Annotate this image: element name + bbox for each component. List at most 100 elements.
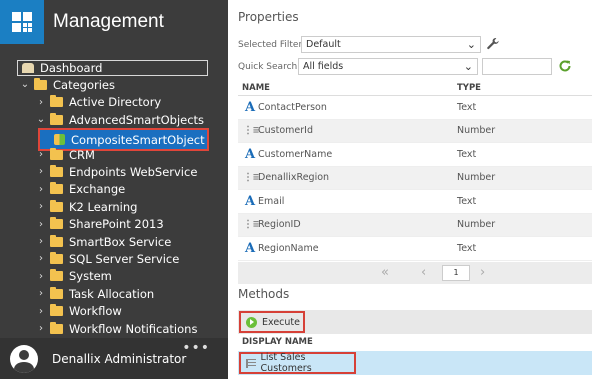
tree-item-crm[interactable]: › CRM [36,146,95,163]
page-number-input[interactable]: 1 [442,265,470,281]
column-header-display-name[interactable]: DISPLAY NAME [238,335,592,350]
sidebar: Management Dashboard ⌄ Categories › Active D… [0,0,228,379]
folder-icon [50,251,63,264]
tree-item-label: Endpoints WebService [69,164,198,179]
property-name: RegionID [258,219,301,231]
list-method-icon [246,358,256,368]
chevron-right-icon[interactable]: › [36,97,46,108]
property-name: CustomerName [258,148,333,160]
folder-icon [50,286,63,299]
user-name: Denallix Administrator [52,351,187,366]
tree-item-task-allocation[interactable]: › Task Allocation [36,285,154,302]
method-item-list-sales-customers[interactable]: List Sales Customers [239,352,356,374]
tree-item-label: Task Allocation [69,286,155,301]
grid-logo-icon[interactable] [0,0,44,44]
tree-item-sql-server-service[interactable]: › SQL Server Service [36,250,179,267]
tree-item-categories[interactable]: ⌄ Categories [20,76,115,93]
execute-button[interactable]: Execute [239,311,305,333]
property-name: ContactPerson [258,101,327,113]
tree-item-workflow-notifications[interactable]: › Workflow Notifications [36,320,197,337]
tree-item-exchange[interactable]: › Exchange [36,181,125,198]
refresh-icon[interactable] [558,59,572,73]
folder-icon [50,199,63,212]
chevron-right-icon[interactable]: › [36,184,46,195]
previous-page-icon[interactable]: ‹ [421,265,426,280]
tree-item-label: CompositeSmartObject [71,132,205,147]
tree-item-label: SharePoint 2013 [69,217,164,232]
wrench-icon[interactable] [486,37,500,51]
chevron-right-icon[interactable]: › [36,201,46,212]
tree-item-endpoints-webservice[interactable]: › Endpoints WebService [36,163,197,180]
selected-filter-value: Default [306,39,341,50]
text-type-icon: A [244,146,256,162]
quick-search-input[interactable] [482,58,552,75]
quick-search-field-dropdown[interactable]: All fields ⌄ [298,58,478,75]
first-page-icon[interactable]: « [381,265,389,280]
property-type: Number [457,172,496,184]
smartobject-icon [54,134,65,145]
tree-item-active-directory[interactable]: › Active Directory [36,94,161,111]
more-options-icon[interactable]: ••• [182,340,210,356]
folder-icon [50,182,63,195]
property-type: Text [457,101,477,113]
chevron-right-icon[interactable]: › [36,271,46,282]
chevron-right-icon[interactable]: › [36,166,46,177]
tree-item-dashboard[interactable]: Dashboard [17,60,208,76]
folder-icon [50,164,63,177]
method-row[interactable]: List Sales Customers [238,351,592,375]
app-title: Management [53,11,164,32]
tree-item-sharepoint-2013[interactable]: › SharePoint 2013 [36,216,164,233]
text-type-icon: A [244,240,256,256]
tree-item-advancedsmartobjects[interactable]: ⌄ AdvancedSmartObjects [36,111,204,128]
table-row[interactable]: ⋮≡ CustomerId Number [238,119,592,143]
text-type-icon: A [244,193,256,209]
property-type: Text [457,195,477,207]
property-name: Email [258,195,285,207]
table-row[interactable]: A CustomerName Text [238,143,592,167]
property-name: RegionName [258,242,319,254]
tree-item-workflow[interactable]: › Workflow [36,303,122,320]
next-page-icon[interactable]: › [480,265,485,280]
chevron-right-icon[interactable]: › [36,288,46,299]
chevron-down-icon: ⌄ [463,60,473,73]
chevron-right-icon[interactable]: › [36,253,46,264]
column-header-type[interactable]: TYPE [457,83,481,93]
column-header-name[interactable]: NAME [242,83,270,93]
properties-title: Properties [238,10,299,24]
tree-item-label: CRM [69,147,95,162]
table-row[interactable]: A Email Text [238,190,592,214]
avatar[interactable] [10,344,38,373]
tree-item-label: System [69,269,112,284]
user-bar: Denallix Administrator ••• [0,338,228,379]
property-name: DenallixRegion [258,172,330,184]
tree-item-label: AdvancedSmartObjects [69,112,205,127]
chevron-right-icon[interactable]: › [36,219,46,230]
quick-search-field-value: All fields [303,61,344,72]
table-row[interactable]: ⋮≡ DenallixRegion Number [238,166,592,190]
folder-icon [50,217,63,230]
folder-icon [50,269,63,282]
chevron-down-icon[interactable]: ⌄ [20,79,30,90]
chevron-right-icon[interactable]: › [36,236,46,247]
table-row[interactable]: ⋮≡ RegionID Number [238,213,592,237]
tree-item-label: Exchange [69,182,126,197]
table-row[interactable]: A ContactPerson Text [238,96,592,120]
tree-item-smartbox-service[interactable]: › SmartBox Service [36,233,171,250]
properties-table: NAME TYPE A ContactPerson Text ⋮≡ CustomerId… [238,80,592,261]
property-name: CustomerId [258,125,313,137]
main-panel: Properties Selected Filter: Default ⌄ Qu… [228,0,600,379]
chevron-right-icon[interactable]: › [36,306,46,317]
execute-label: Execute [262,316,300,328]
tree-item-k2-learning[interactable]: › K2 Learning [36,198,137,215]
chevron-right-icon[interactable]: › [36,149,46,160]
folder-icon [50,321,63,334]
tree-item-system[interactable]: › System [36,268,112,285]
chevron-down-icon[interactable]: ⌄ [36,114,46,125]
table-row[interactable]: A RegionName Text [238,237,592,261]
selected-filter-label: Selected Filter: [238,40,306,50]
properties-table-header: NAME TYPE [238,80,592,96]
properties-table-body: A ContactPerson Text ⋮≡ CustomerId Number A Cus… [238,96,592,261]
folder-icon [50,147,63,160]
selected-filter-dropdown[interactable]: Default ⌄ [301,36,481,53]
chevron-right-icon[interactable]: › [36,323,46,334]
